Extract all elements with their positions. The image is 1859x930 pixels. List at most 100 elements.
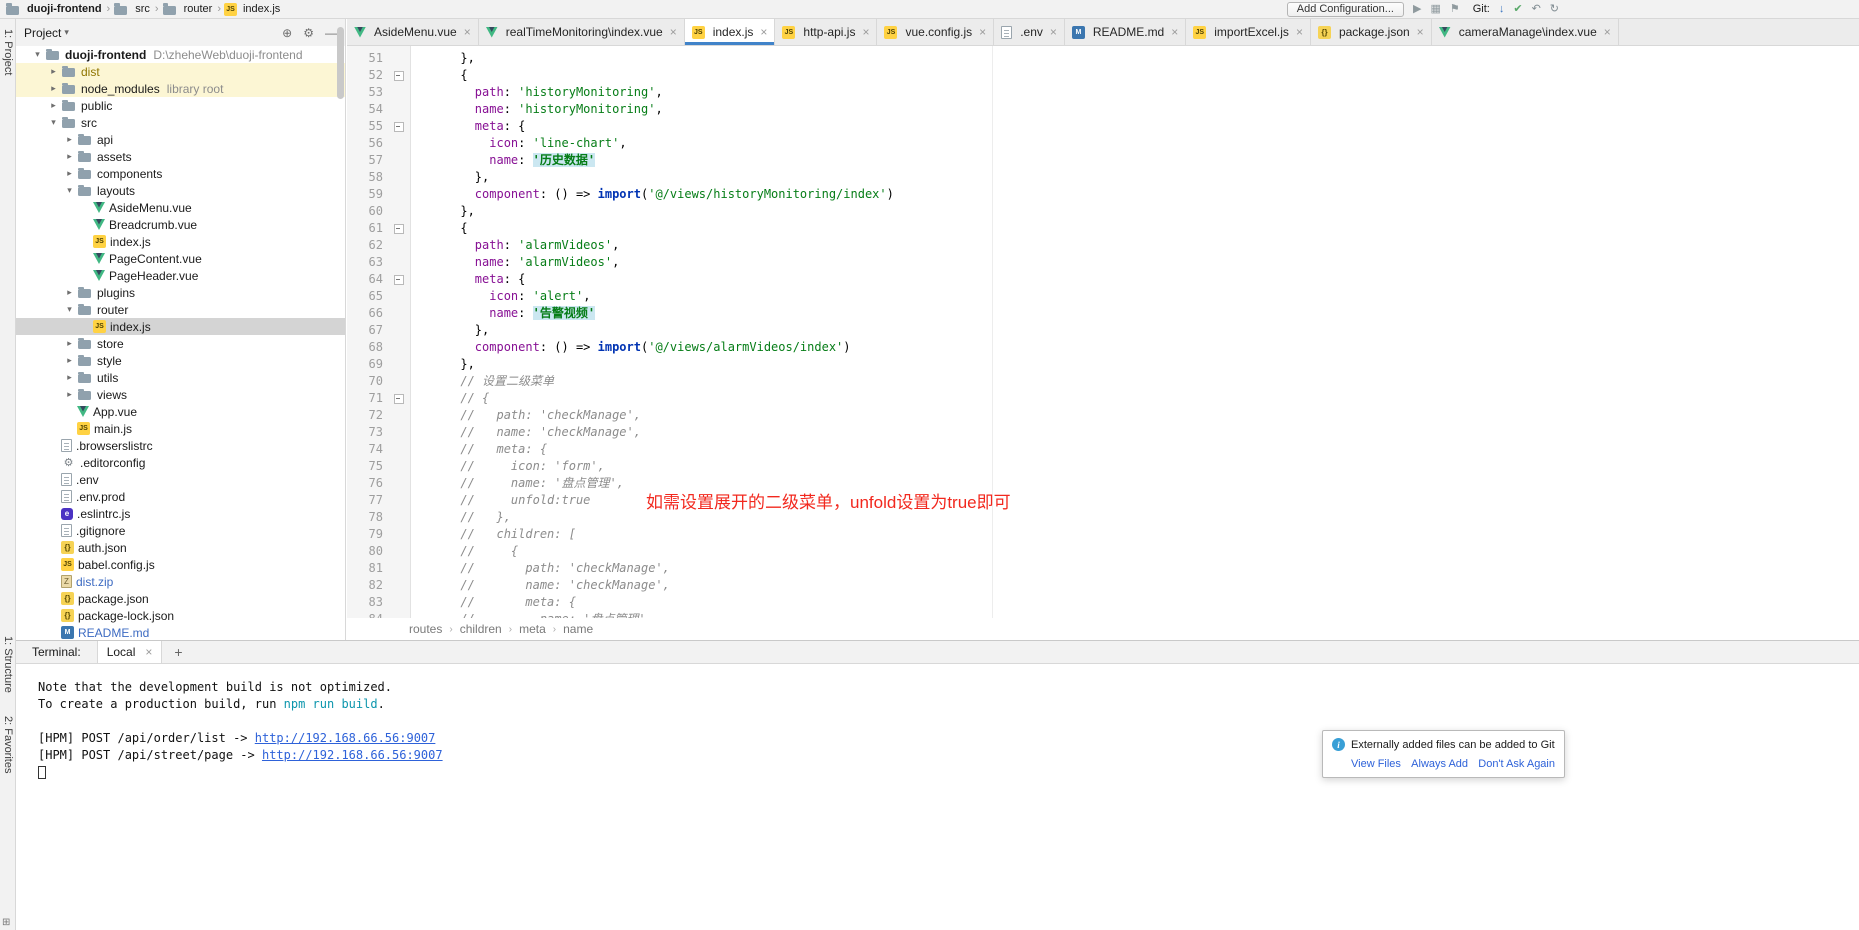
tree-item-PageContent.vue[interactable]: PageContent.vue bbox=[16, 250, 345, 267]
tab-index.js[interactable]: JSindex.js× bbox=[685, 19, 776, 45]
tree-item-PageHeader.vue[interactable]: PageHeader.vue bbox=[16, 267, 345, 284]
fold-marker-icon[interactable] bbox=[389, 118, 411, 135]
code-text[interactable]: // { bbox=[411, 543, 518, 560]
tree-item-store[interactable]: ▸store bbox=[16, 335, 345, 352]
code-text[interactable]: name: 'alarmVideos', bbox=[411, 254, 619, 271]
code-text[interactable]: // 设置二级菜单 bbox=[411, 373, 554, 390]
close-icon[interactable]: × bbox=[145, 645, 152, 659]
tree-item-.gitignore[interactable]: .gitignore bbox=[16, 522, 345, 539]
tab-realTimeMonitoring-index.vue[interactable]: realTimeMonitoring\index.vue× bbox=[479, 19, 685, 45]
settings-gear-icon[interactable]: ⚙ bbox=[303, 26, 314, 40]
hide-panel-button[interactable]: — bbox=[325, 26, 337, 40]
structure-breadcrumb-routes[interactable]: routes bbox=[409, 622, 442, 636]
select-opened-file-button[interactable]: ⊕ bbox=[282, 26, 292, 40]
notification-action-View-Files[interactable]: View Files bbox=[1351, 758, 1401, 770]
tree-item-.editorconfig[interactable]: ⚙.editorconfig bbox=[16, 454, 345, 471]
close-icon[interactable]: × bbox=[1296, 25, 1303, 39]
tree-item-dist.zip[interactable]: Zdist.zip bbox=[16, 573, 345, 590]
tree-item-.browserslistrc[interactable]: .browserslistrc bbox=[16, 437, 345, 454]
git-commit-button[interactable]: ✔ bbox=[1513, 2, 1522, 17]
collapsed-arrow-icon[interactable]: ▸ bbox=[46, 83, 61, 94]
collapsed-arrow-icon[interactable]: ▸ bbox=[62, 134, 77, 145]
tree-item-api[interactable]: ▸api bbox=[16, 131, 345, 148]
code-text[interactable]: // path: 'checkManage', bbox=[411, 407, 641, 424]
code-text[interactable]: name: 'historyMonitoring', bbox=[411, 101, 663, 118]
tree-item-package.json[interactable]: {}package.json bbox=[16, 590, 345, 607]
close-icon[interactable]: × bbox=[862, 25, 869, 39]
tree-item-.env[interactable]: .env bbox=[16, 471, 345, 488]
tree-item-duoji-frontend[interactable]: ▾duoji-frontendD:\zheheWeb\duoji-fronten… bbox=[16, 46, 345, 63]
terminal-tab-local[interactable]: Local × bbox=[97, 641, 163, 663]
tool-window-switcher-icon[interactable]: ⊞ bbox=[2, 917, 10, 928]
code-text[interactable]: // icon: 'form', bbox=[411, 458, 605, 475]
close-icon[interactable]: × bbox=[1604, 25, 1611, 39]
tab-cameraManage-index.vue[interactable]: cameraManage\index.vue× bbox=[1432, 19, 1619, 45]
breadcrumb-item-src[interactable]: src bbox=[135, 3, 150, 15]
code-text[interactable]: name: '告警视频' bbox=[411, 305, 595, 322]
tree-item-src[interactable]: ▾src bbox=[16, 114, 345, 131]
code-text[interactable]: path: 'historyMonitoring', bbox=[411, 84, 663, 101]
tree-item-style[interactable]: ▸style bbox=[16, 352, 345, 369]
tab-.env[interactable]: .env× bbox=[994, 19, 1065, 45]
code-editor[interactable]: 51 },52 {53 path: 'historyMonitoring',54… bbox=[347, 46, 1859, 618]
build-button[interactable]: ▦ bbox=[1430, 2, 1440, 17]
tool-window-button-project[interactable]: 1: Project bbox=[2, 29, 14, 75]
code-text[interactable]: // name: '盘点管理', bbox=[411, 475, 624, 492]
tree-item-babel.config.js[interactable]: JSbabel.config.js bbox=[16, 556, 345, 573]
fold-marker-icon[interactable] bbox=[389, 271, 411, 288]
collapsed-arrow-icon[interactable]: ▸ bbox=[62, 151, 77, 162]
tree-item-auth.json[interactable]: {}auth.json bbox=[16, 539, 345, 556]
tree-item-index.js[interactable]: JSindex.js bbox=[16, 233, 345, 250]
close-icon[interactable]: × bbox=[760, 25, 767, 39]
collapsed-arrow-icon[interactable]: ▸ bbox=[62, 338, 77, 349]
structure-breadcrumb-meta[interactable]: meta bbox=[519, 622, 546, 636]
tree-item-router[interactable]: ▾router bbox=[16, 301, 345, 318]
code-text[interactable]: }, bbox=[411, 169, 489, 186]
collapsed-arrow-icon[interactable]: ▸ bbox=[62, 355, 77, 366]
collapsed-arrow-icon[interactable]: ▸ bbox=[46, 66, 61, 77]
tree-item-public[interactable]: ▸public bbox=[16, 97, 345, 114]
code-text[interactable]: { bbox=[411, 67, 468, 84]
tool-window-button-favorites[interactable]: 2: Favorites bbox=[2, 716, 14, 773]
tree-item-index.js[interactable]: JSindex.js bbox=[16, 318, 345, 335]
code-text[interactable]: // unfold:true bbox=[411, 492, 590, 509]
tree-item-README.md[interactable]: MREADME.md bbox=[16, 624, 345, 640]
code-text[interactable]: }, bbox=[411, 322, 489, 339]
code-text[interactable]: component: () => import('@/views/alarmVi… bbox=[411, 339, 851, 356]
tree-item-components[interactable]: ▸components bbox=[16, 165, 345, 182]
tree-item-Breadcrumb.vue[interactable]: Breadcrumb.vue bbox=[16, 216, 345, 233]
tree-item-.env.prod[interactable]: .env.prod bbox=[16, 488, 345, 505]
code-text[interactable]: // { bbox=[411, 390, 489, 407]
collapsed-arrow-icon[interactable]: ▸ bbox=[62, 389, 77, 400]
terminal-link[interactable]: http://192.168.66.56:9007 bbox=[255, 731, 436, 745]
code-text[interactable]: // meta: { bbox=[411, 441, 547, 458]
tree-item-main.js[interactable]: JSmain.js bbox=[16, 420, 345, 437]
new-terminal-button[interactable]: + bbox=[174, 644, 182, 660]
code-text[interactable]: }, bbox=[411, 356, 475, 373]
git-update-button[interactable]: ↓ bbox=[1499, 2, 1505, 17]
tab-importExcel.js[interactable]: JSimportExcel.js× bbox=[1186, 19, 1311, 45]
tree-item-AsideMenu.vue[interactable]: AsideMenu.vue bbox=[16, 199, 345, 216]
close-icon[interactable]: × bbox=[1171, 25, 1178, 39]
code-text[interactable]: meta: { bbox=[411, 271, 525, 288]
git-rollback-button[interactable]: ↶ bbox=[1532, 2, 1541, 17]
expanded-arrow-icon[interactable]: ▾ bbox=[46, 117, 61, 128]
tab-AsideMenu.vue[interactable]: AsideMenu.vue× bbox=[347, 19, 479, 45]
code-text[interactable]: name: '历史数据' bbox=[411, 152, 595, 169]
collapsed-arrow-icon[interactable]: ▸ bbox=[62, 372, 77, 383]
terminal-link[interactable]: http://192.168.66.56:9007 bbox=[262, 748, 443, 762]
project-view-dropdown[interactable]: Project bbox=[24, 26, 61, 40]
collapsed-arrow-icon[interactable]: ▸ bbox=[62, 287, 77, 298]
scrollbar-thumb[interactable] bbox=[337, 27, 344, 99]
tree-item-node_modules[interactable]: ▸node_moduleslibrary root bbox=[16, 80, 345, 97]
tab-package.json[interactable]: {}package.json× bbox=[1311, 19, 1432, 45]
breadcrumb-item-index.js[interactable]: index.js bbox=[243, 3, 280, 15]
code-text[interactable]: { bbox=[411, 220, 468, 237]
close-icon[interactable]: × bbox=[1417, 25, 1424, 39]
close-icon[interactable]: × bbox=[670, 25, 677, 39]
run-button[interactable]: ▶ bbox=[1413, 2, 1421, 17]
tree-item-views[interactable]: ▸views bbox=[16, 386, 345, 403]
structure-breadcrumb-name[interactable]: name bbox=[563, 622, 593, 636]
code-text[interactable]: // }, bbox=[411, 509, 511, 526]
code-text[interactable]: // children: [ bbox=[411, 526, 576, 543]
